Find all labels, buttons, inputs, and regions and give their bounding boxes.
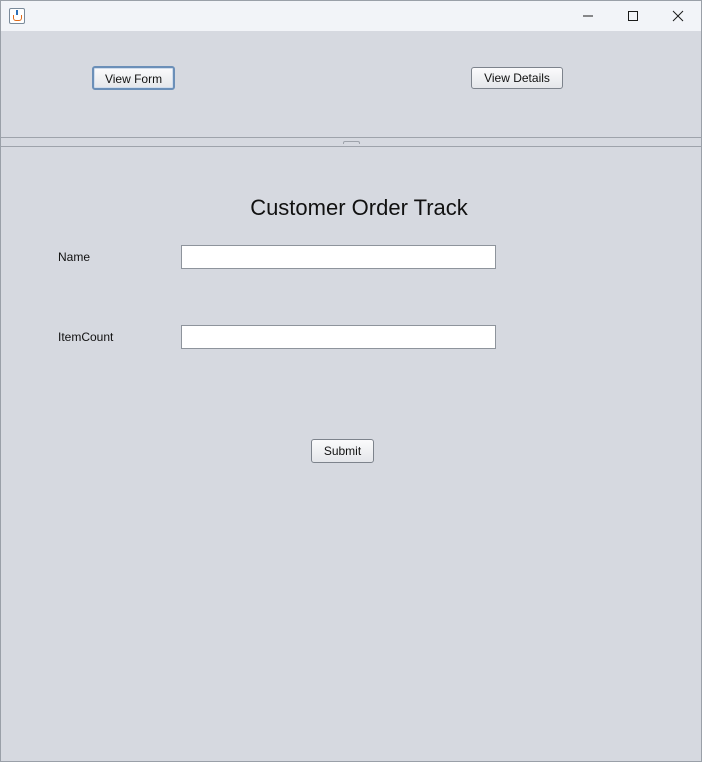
itemcount-label: ItemCount — [58, 330, 114, 344]
java-app-icon[interactable] — [9, 8, 25, 24]
navigation-panel: View Form View Details — [1, 31, 701, 137]
minimize-button[interactable] — [565, 1, 611, 31]
maximize-button[interactable] — [610, 1, 656, 31]
minimize-icon — [583, 15, 593, 17]
maximize-icon — [628, 11, 638, 21]
split-pane-divider[interactable] — [1, 137, 701, 147]
name-input[interactable] — [181, 245, 496, 269]
submit-button[interactable]: Submit — [311, 439, 374, 463]
app-window: View Form View Details Customer Order Tr… — [0, 0, 702, 762]
itemcount-input[interactable] — [181, 325, 496, 349]
order-form-panel: Customer Order Track Name ItemCount Subm… — [1, 147, 701, 761]
java-cup-glyph — [13, 15, 22, 21]
close-icon — [672, 10, 684, 22]
divider-grip-icon[interactable] — [343, 141, 360, 144]
view-form-button[interactable]: View Form — [92, 66, 175, 90]
view-details-button[interactable]: View Details — [471, 67, 563, 89]
name-label: Name — [58, 250, 91, 264]
form-title: Customer Order Track — [250, 195, 468, 220]
title-bar[interactable] — [1, 1, 701, 31]
close-button[interactable] — [655, 1, 701, 31]
